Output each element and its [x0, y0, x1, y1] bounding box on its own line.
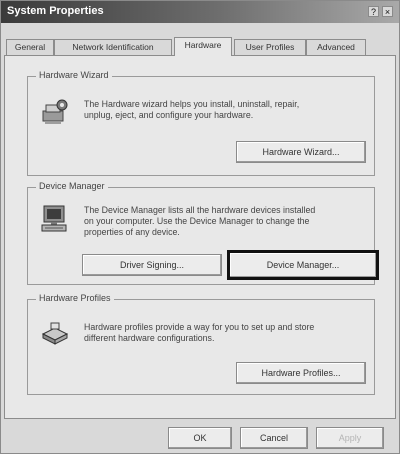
help-button[interactable]: ? — [368, 6, 379, 17]
device-manager-group-title: Device Manager — [36, 181, 108, 191]
tab-user-profiles[interactable]: User Profiles — [234, 39, 306, 55]
apply-button[interactable]: Apply — [316, 427, 384, 449]
hardware-tab-panel: Hardware Wizard The Hardware wizard help… — [4, 55, 396, 419]
computer-icon — [40, 204, 70, 236]
hardware-wizard-description-line1: The Hardware wizard helps you install, u… — [84, 99, 300, 109]
close-button[interactable]: × — [382, 6, 393, 17]
hardware-profiles-group-title: Hardware Profiles — [36, 293, 114, 303]
hardware-profiles-group: Hardware Profiles Hardware profiles prov… — [27, 293, 375, 395]
device-manager-description-line2: on your computer. Use the Device Manager… — [84, 216, 310, 226]
tab-general[interactable]: General — [6, 39, 54, 55]
device-manager-description-line3: properties of any device. — [84, 227, 180, 237]
hardware-wizard-button[interactable]: Hardware Wizard... — [236, 141, 366, 163]
hardware-profiles-button[interactable]: Hardware Profiles... — [236, 362, 366, 384]
tab-hardware[interactable]: Hardware — [174, 37, 232, 56]
tab-strip: General Network Identification Hardware … — [4, 37, 398, 56]
hardware-profiles-description-line1: Hardware profiles provide a way for you … — [84, 322, 315, 332]
title-bar: System Properties ? × — [1, 1, 399, 23]
cancel-button[interactable]: Cancel — [240, 427, 308, 449]
tab-advanced[interactable]: Advanced — [306, 39, 366, 55]
tab-network-identification[interactable]: Network Identification — [54, 39, 172, 55]
hardware-wizard-group: Hardware Wizard The Hardware wizard help… — [27, 70, 375, 176]
device-manager-button[interactable]: Device Manager... — [227, 250, 379, 280]
hardware-profiles-icon — [40, 320, 70, 348]
device-manager-group: Device Manager The Device Manager lists … — [27, 181, 379, 285]
hardware-wizard-group-title: Hardware Wizard — [36, 70, 112, 80]
hardware-wizard-icon — [40, 97, 70, 127]
hardware-wizard-description-line2: unplug, eject, and configure your hardwa… — [84, 110, 254, 120]
device-manager-description-line1: The Device Manager lists all the hardwar… — [84, 205, 316, 215]
system-properties-window: System Properties ? × General Network Id… — [0, 0, 400, 454]
ok-button[interactable]: OK — [168, 427, 232, 449]
hardware-profiles-description-line2: different hardware configurations. — [84, 333, 215, 343]
window-title: System Properties — [7, 5, 104, 17]
driver-signing-button[interactable]: Driver Signing... — [82, 254, 222, 276]
